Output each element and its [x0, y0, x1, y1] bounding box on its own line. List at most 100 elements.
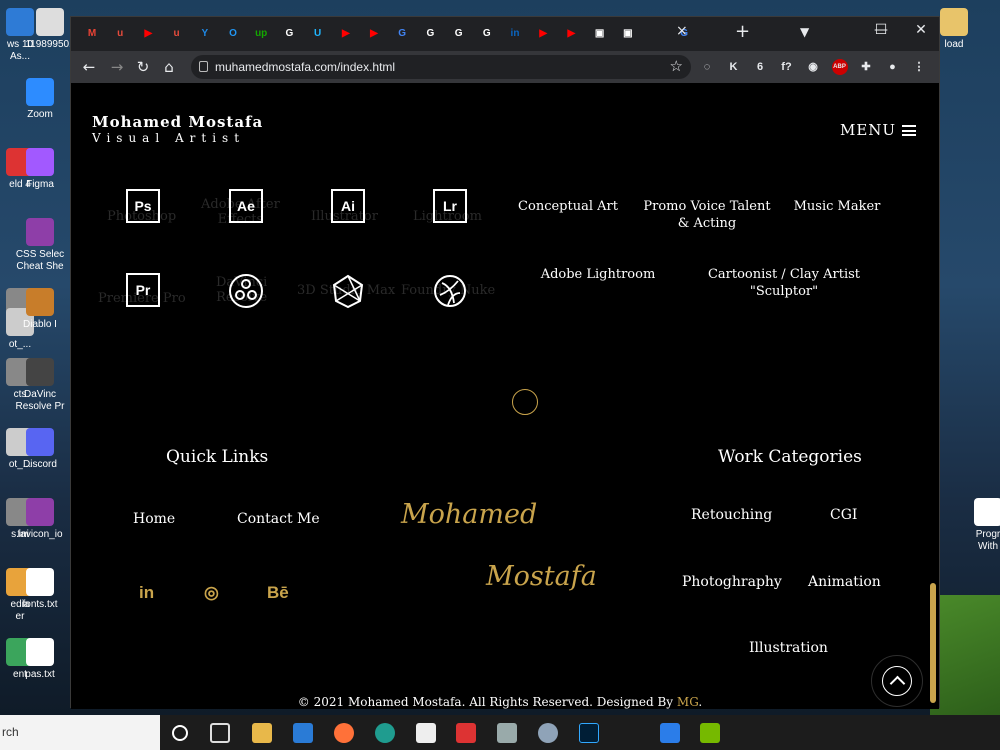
extension-icon[interactable]: ◌ [699, 59, 715, 75]
quick-link-home[interactable]: Home [133, 511, 175, 527]
category-cgi[interactable]: CGI [830, 507, 857, 523]
desktop-icon[interactable]: favicon_io [6, 498, 74, 541]
browser-tab[interactable]: ▶ [365, 25, 383, 43]
minimize-button[interactable]: — [861, 17, 901, 45]
back-button[interactable]: ← [79, 57, 99, 77]
store-icon[interactable] [416, 723, 436, 743]
browser-tab[interactable]: ▶ [139, 25, 157, 43]
font-finder-icon[interactable]: f? [779, 59, 795, 75]
browser-tab[interactable]: O [224, 25, 242, 43]
desktop-icon-image [26, 288, 54, 316]
browser-tab[interactable]: U [309, 25, 327, 43]
desktop-icon[interactable]: Discord [6, 428, 74, 471]
kaspersky-icon[interactable]: K [726, 59, 742, 75]
behance-icon[interactable]: Bē [267, 583, 289, 603]
edge-icon[interactable] [375, 723, 395, 743]
chevron-up-icon [882, 666, 912, 696]
chrome-taskbar-icon[interactable] [620, 723, 640, 743]
3ds-max-icon[interactable] [330, 273, 366, 309]
category-animation[interactable]: Animation [808, 574, 881, 590]
browser-tab[interactable]: u [111, 25, 129, 43]
category-photography[interactable]: Photoghraphy [682, 574, 782, 590]
desktop-icon[interactable]: CSS Selec Cheat She [6, 218, 74, 273]
brand-name[interactable]: Mohamed Mostafa [92, 113, 263, 131]
scroll-to-top-button[interactable] [871, 655, 923, 707]
paint-icon[interactable] [538, 723, 558, 743]
browser-tab[interactable]: G [450, 25, 468, 43]
scrollbar[interactable] [927, 83, 939, 709]
desktop-icon[interactable]: pas.txt [6, 638, 74, 681]
new-tab-button[interactable]: + [735, 21, 750, 42]
tab-close-icon[interactable]: × [676, 23, 688, 39]
firefox-icon[interactable] [334, 723, 354, 743]
davinci-resolve-icon[interactable] [228, 273, 264, 309]
skill-item: Promo Voice Talent & Acting [643, 199, 771, 231]
browser-tab[interactable]: ▣ [619, 25, 637, 43]
foundry-nuke-icon[interactable] [432, 273, 468, 309]
cortana-icon[interactable] [172, 725, 188, 741]
task-view-icon[interactable] [210, 723, 230, 743]
browser-tab[interactable]: Y [196, 25, 214, 43]
category-illustration[interactable]: Illustration [749, 640, 828, 656]
close-window-button[interactable]: ✕ [901, 17, 941, 45]
desktop-icon[interactable]: fonts.txt [6, 568, 74, 611]
browser-tab[interactable]: ▶ [337, 25, 355, 43]
adblock-icon[interactable]: ABP [831, 59, 848, 75]
home-button[interactable]: ⌂ [159, 57, 179, 77]
badge-extension-icon[interactable]: 6 [752, 59, 768, 75]
taskbar-search-input[interactable]: rch [0, 715, 160, 750]
browser-tab[interactable] [647, 25, 665, 43]
forward-button[interactable]: → [107, 57, 127, 77]
hamburger-icon[interactable] [902, 125, 916, 136]
designer-link[interactable]: MG [677, 695, 698, 709]
desktop-icon[interactable]: Zoom [6, 78, 74, 121]
browser-tab[interactable]: ▶ [562, 25, 580, 43]
desktop-icon[interactable]: Figma [6, 148, 74, 191]
scrollbar-thumb[interactable] [930, 583, 936, 703]
calculator-icon[interactable] [497, 723, 517, 743]
photoshop-icon[interactable]: Ps [126, 189, 160, 223]
browser-tab[interactable]: ▣ [591, 25, 609, 43]
reload-button[interactable]: ↻ [133, 57, 153, 77]
lightroom-icon[interactable]: Lr [433, 189, 467, 223]
color-picker-icon[interactable] [456, 723, 476, 743]
after-effects-icon[interactable]: Ae [229, 189, 263, 223]
profile-icon[interactable]: ● [885, 59, 901, 75]
browser-tab[interactable]: G [421, 25, 439, 43]
kebab-menu-icon[interactable]: ⋮ [911, 59, 927, 75]
desktop-icon[interactable]: Diablo I [6, 288, 74, 331]
tab-search-icon[interactable]: ▼ [800, 25, 809, 39]
file-explorer-icon[interactable] [252, 723, 272, 743]
quick-link-contact[interactable]: Contact Me [237, 511, 320, 527]
desktop-icon[interactable]: DaVinc Resolve Pr [6, 358, 74, 413]
menu-button[interactable]: MENU [840, 121, 896, 139]
browser-tab[interactable]: u [168, 25, 186, 43]
nvidia-icon[interactable] [700, 723, 720, 743]
url-text[interactable]: muhamedmostafa.com/index.html [215, 60, 395, 74]
camera-icon[interactable]: ◉ [805, 59, 821, 75]
browser-tab[interactable]: G [393, 25, 411, 43]
video-app-icon[interactable] [660, 723, 680, 743]
browser-tab[interactable]: G [478, 25, 496, 43]
taskbar: rch [0, 715, 1000, 750]
category-retouching[interactable]: Retouching [691, 507, 772, 523]
desktop-icon-label: Diablo I [23, 319, 57, 330]
browser-tab[interactable]: in [506, 25, 524, 43]
bookmark-star-icon[interactable]: ☆ [670, 57, 683, 75]
browser-tab[interactable]: M [83, 25, 101, 43]
browser-tab[interactable]: up [252, 25, 270, 43]
browser-tab[interactable]: G [280, 25, 298, 43]
illustrator-icon[interactable]: Ai [331, 189, 365, 223]
desktop-icon-image [26, 148, 54, 176]
browser-tab[interactable]: ▶ [534, 25, 552, 43]
puzzle-icon[interactable]: ✚ [858, 59, 874, 75]
desktop-icon[interactable]: Progr With [954, 498, 1000, 553]
linkedin-icon[interactable]: in [139, 583, 154, 603]
mail-icon[interactable] [293, 723, 313, 743]
premiere-pro-icon[interactable]: Pr [126, 273, 160, 307]
address-bar[interactable]: muhamedmostafa.com/index.html ☆ [191, 55, 691, 79]
instagram-icon[interactable]: ◎ [204, 583, 219, 603]
skill-item: Conceptual Art [518, 199, 618, 214]
photoshop-taskbar-icon[interactable] [579, 723, 599, 743]
desktop-icon-label: Discord [23, 459, 57, 470]
